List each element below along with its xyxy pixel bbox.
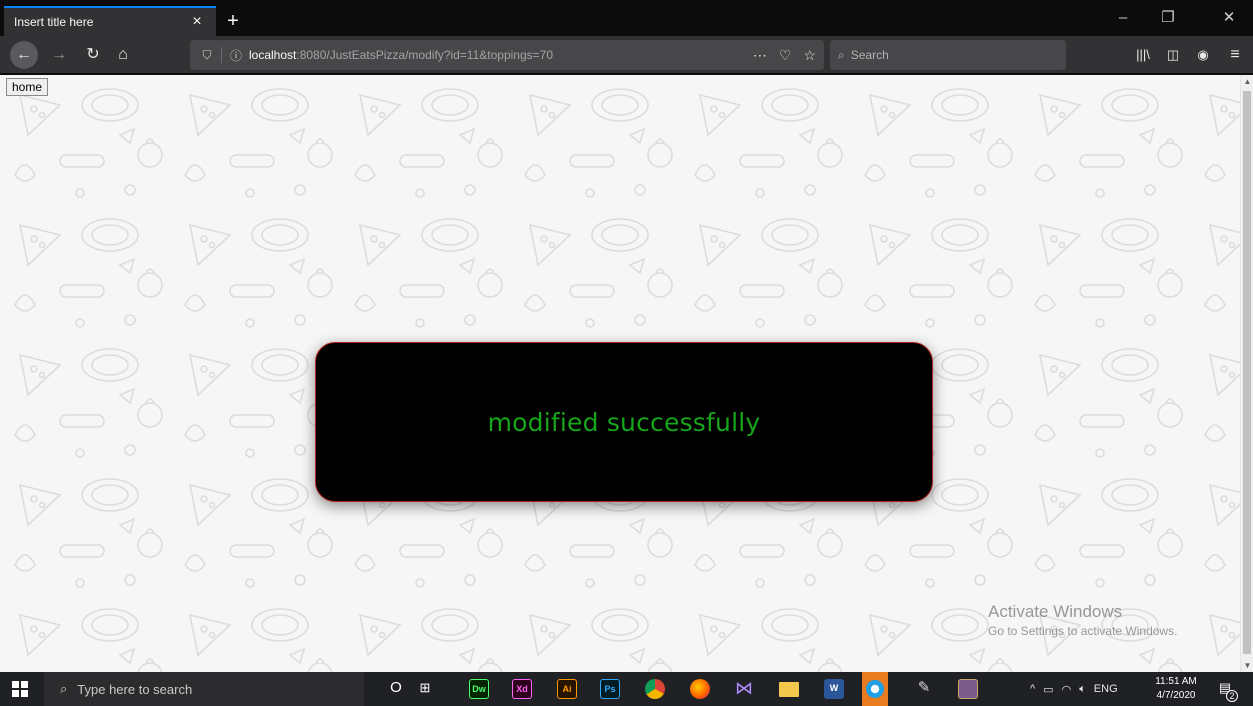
windows-start-icon[interactable] [12, 681, 28, 697]
reload-icon: ↻ [86, 46, 100, 63]
bookmark-star-icon[interactable]: ☆ [803, 47, 816, 64]
photoshop-icon[interactable]: Ps [600, 679, 620, 699]
dreamweaver-icon[interactable]: Dw [469, 679, 489, 699]
scroll-down-icon[interactable]: ▼ [1241, 661, 1253, 670]
url-actions: ⋯ ♡ ☆ [753, 47, 816, 64]
app-tile-icon[interactable] [958, 679, 978, 699]
notification-center-button[interactable]: ▤ 2 [1214, 680, 1238, 702]
home-page-button[interactable]: ⌂ [110, 42, 136, 68]
windows-taskbar: ⌕ Type here to search O ⊞ Dw Xd Ai Ps ⋈ … [0, 672, 1253, 706]
forward-button[interactable]: → [46, 42, 72, 68]
home-link-button[interactable]: home [6, 78, 49, 96]
file-explorer-icon[interactable] [779, 682, 799, 697]
restore-button[interactable]: ❐ [1148, 6, 1188, 30]
battery-icon[interactable]: ▭ [1043, 683, 1053, 696]
reload-button[interactable]: ↻ [80, 42, 106, 68]
xd-icon[interactable]: Xd [512, 679, 532, 699]
page-viewport: home modified successfully Activate Wind… [0, 75, 1253, 672]
wifi-icon[interactable]: ◠ [1062, 683, 1072, 696]
url-host: localhost [249, 48, 297, 62]
new-tab-button[interactable]: + [220, 8, 246, 34]
search-icon: ⌕ [60, 681, 68, 696]
watermark-title: Activate Windows [988, 602, 1123, 621]
chevron-up-icon[interactable]: ^ [1030, 683, 1035, 695]
clock[interactable]: 11:51 AM 4/7/2020 [1150, 675, 1202, 703]
url-text[interactable]: localhost:8080/JustEatsPizza/modify?id=1… [249, 48, 553, 62]
clock-date: 4/7/2020 [1156, 690, 1196, 701]
cortana-icon[interactable]: O [386, 679, 406, 699]
task-view-icon[interactable]: ⊞ [415, 679, 435, 699]
chrome-icon[interactable] [645, 679, 665, 699]
back-arrow-icon: ← [16, 46, 32, 63]
back-button[interactable]: ← [10, 41, 38, 69]
url-path: :8080/JustEatsPizza/modify?id=11&topping… [296, 48, 553, 62]
activate-windows-watermark: Activate Windows Go to Settings to activ… [988, 602, 1177, 638]
browser-tab[interactable]: Insert title here × [4, 6, 216, 36]
account-icon[interactable]: ◉ [1190, 42, 1216, 68]
clock-time: 11:51 AM [1155, 676, 1197, 687]
language-indicator[interactable]: ENG [1094, 683, 1118, 695]
search-icon: ⌕ [838, 47, 845, 62]
sidebar-icon[interactable]: ◫ [1160, 42, 1186, 68]
tab-title: Insert title here [14, 15, 94, 29]
taskbar-search-placeholder: Type here to search [77, 681, 193, 697]
forward-arrow-icon: → [51, 46, 67, 63]
navigation-toolbar: ← → ↻ ⌂ ⛉ ⓘ localhost:8080/JustEatsPizza… [0, 36, 1253, 74]
menu-icon[interactable]: ≡ [1222, 42, 1248, 68]
tab-close-icon[interactable]: × [188, 13, 206, 31]
info-icon[interactable]: ⓘ [227, 47, 245, 64]
shield-icon[interactable]: ⛉ [198, 48, 216, 63]
close-window-button[interactable]: ✕ [1209, 6, 1249, 30]
url-separator [221, 47, 222, 63]
pocket-icon[interactable]: ♡ [779, 47, 792, 64]
taskbar-search-box[interactable]: ⌕ Type here to search [44, 672, 364, 706]
scroll-up-icon[interactable]: ▲ [1241, 77, 1253, 86]
firefox-icon[interactable] [690, 679, 710, 699]
page-actions-icon[interactable]: ⋯ [753, 47, 767, 64]
library-icon[interactable]: |||\ [1130, 42, 1156, 68]
notification-count: 2 [1226, 690, 1238, 702]
address-bar[interactable]: ⛉ ⓘ localhost:8080/JustEatsPizza/modify?… [190, 40, 824, 70]
illustrator-icon[interactable]: Ai [557, 679, 577, 699]
word-icon[interactable]: W [824, 679, 844, 699]
paint-icon[interactable]: ✎ [914, 679, 934, 699]
success-message: modified successfully [487, 407, 761, 437]
app-circle-icon [866, 680, 884, 698]
search-placeholder: Search [850, 48, 889, 62]
minimize-button[interactable]: – [1103, 6, 1143, 30]
house-icon: ⌂ [118, 46, 128, 63]
scroll-thumb[interactable] [1243, 91, 1251, 654]
visual-studio-icon[interactable]: ⋈ [734, 679, 754, 699]
active-app-highlight[interactable] [862, 672, 888, 706]
system-tray: ^ ▭ ◠ 🔈︎ ENG [1030, 672, 1118, 706]
volume-icon[interactable]: 🔈︎ [1079, 683, 1086, 696]
vertical-scrollbar[interactable]: ▲ ▼ [1240, 75, 1253, 672]
success-message-box: modified successfully [315, 342, 933, 502]
tab-bar: Insert title here × + – ❐ ✕ [0, 0, 1253, 36]
watermark-subtitle: Go to Settings to activate Windows. [988, 624, 1178, 638]
search-bar[interactable]: ⌕ Search [830, 40, 1066, 70]
